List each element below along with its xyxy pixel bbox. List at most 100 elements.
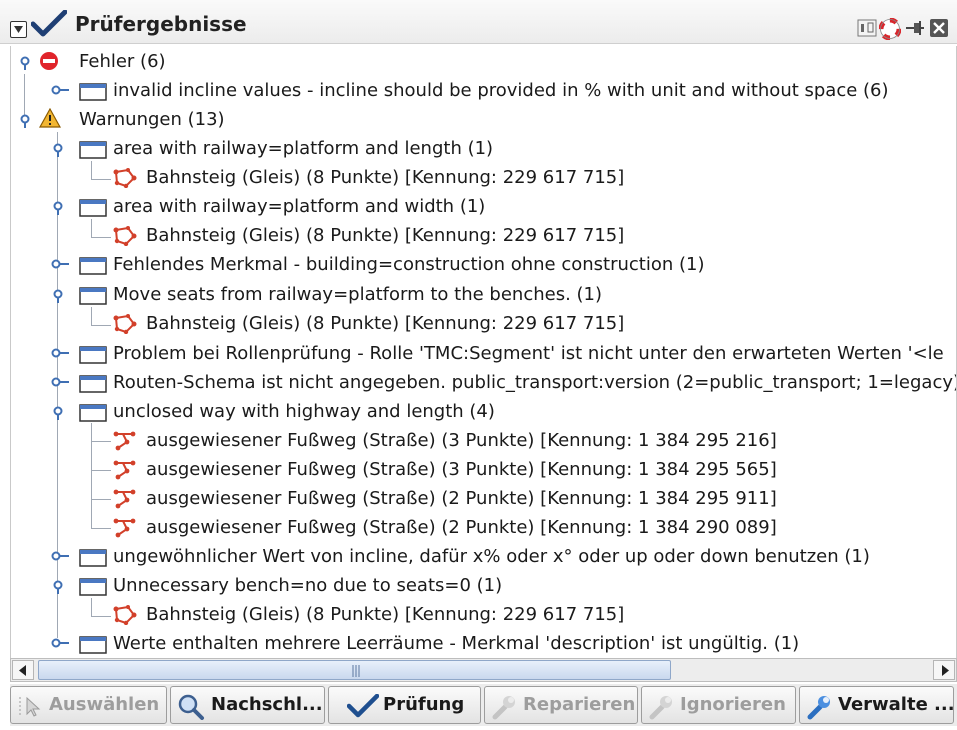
select-button-label: Auswählen	[49, 694, 160, 715]
expanded-handle-icon[interactable]	[51, 143, 65, 157]
expanded-handle-icon[interactable]	[18, 114, 32, 128]
tree-node-item[interactable]: Bahnsteig (Gleis) (8 Punkte) [Kennung: 2…	[11, 600, 956, 629]
validate-button[interactable]: Prüfung	[328, 686, 481, 724]
collapsed-handle-icon[interactable]	[51, 550, 69, 562]
tree-node-item[interactable]: Bahnsteig (Gleis) (8 Punkte) [Kennung: 2…	[11, 221, 956, 250]
folder-icon	[79, 141, 107, 159]
way-icon	[113, 518, 136, 538]
tree-node-label: Move seats from railway=platform to the …	[113, 284, 603, 305]
tree-node-group[interactable]: invalid incline values - incline should …	[11, 76, 956, 105]
wrench-icon	[492, 696, 515, 720]
collapsed-handle-icon[interactable]	[51, 84, 69, 96]
way-icon	[113, 460, 136, 480]
folder-icon	[79, 636, 107, 654]
warning-icon	[39, 108, 61, 128]
select-button[interactable]: Auswählen	[10, 686, 167, 724]
tree-node-item[interactable]: Bahnsteig (Gleis) (8 Punkte) [Kennung: 2…	[11, 163, 956, 192]
tree-node-label: ausgewiesener Fußweg (Straße) (3 Punkte)…	[146, 430, 777, 451]
tree-node-label: ungewöhnlicher Wert von incline, dafür x…	[113, 546, 870, 567]
tree-node-item[interactable]: ausgewiesener Fußweg (Straße) (2 Punkte)…	[11, 513, 956, 542]
arrow-right-icon	[942, 665, 949, 676]
manage-button-label: Verwalte ...	[838, 694, 954, 715]
expanded-handle-icon[interactable]	[51, 201, 65, 215]
results-tree: Fehler (6) invalid incline values - incl…	[10, 46, 957, 658]
expanded-handle-icon[interactable]	[51, 580, 65, 594]
tree-node-group[interactable]: Problem bei Rollenprüfung - Rolle 'TMC:S…	[11, 339, 956, 368]
tree-node-group[interactable]: Fehlendes Merkmal - building=constructio…	[11, 250, 956, 279]
toggle-dialog-icon[interactable]	[857, 18, 877, 38]
tree-node-item[interactable]: ausgewiesener Fußweg (Straße) (2 Punkte)…	[11, 484, 956, 513]
expanded-handle-icon[interactable]	[51, 406, 65, 420]
close-icon[interactable]	[929, 18, 949, 38]
tree-node-group[interactable]: area with railway=platform and length (1…	[11, 134, 956, 163]
way-icon	[113, 489, 136, 509]
collapsed-handle-icon[interactable]	[51, 258, 69, 270]
tree-node-group[interactable]: unclosed way with highway and length (4)	[11, 397, 956, 426]
lookup-button[interactable]: Nachschl...	[170, 686, 325, 724]
tree-node-label: area with railway=platform and width (1)	[113, 196, 486, 217]
tree-node-item[interactable]: Bahnsteig (Gleis) (8 Punkte) [Kennung: 2…	[11, 309, 956, 338]
area-icon	[113, 314, 137, 334]
tree-node-label: Werte enthalten mehrere Leerräume - Merk…	[113, 633, 800, 654]
button-bar: Auswählen Nachschl... Prüfung Reparieren…	[10, 684, 957, 726]
lookup-button-label: Nachschl...	[211, 694, 323, 715]
wrench-icon	[807, 696, 830, 720]
area-icon	[113, 226, 137, 246]
help-icon[interactable]	[879, 18, 901, 40]
collapsed-handle-icon[interactable]	[51, 637, 69, 649]
tree-node-group[interactable]: Unnecessary bench=no due to seats=0 (1)	[11, 571, 956, 600]
grip-icon	[352, 665, 360, 677]
manage-button[interactable]: Verwalte ...	[799, 686, 954, 724]
tree-node-group[interactable]: area with railway=platform and width (1)	[11, 192, 956, 221]
collapsed-handle-icon[interactable]	[51, 347, 69, 359]
tree-node-label: Warnungen (13)	[79, 109, 225, 130]
tree-node-label: ausgewiesener Fußweg (Straße) (2 Punkte)…	[146, 517, 777, 538]
tree-node-warnings[interactable]: Warnungen (13)	[11, 105, 956, 134]
collapse-icon[interactable]	[10, 21, 27, 38]
tree-node-group[interactable]: Werte enthalten mehrere Leerräume - Merk…	[11, 629, 956, 658]
tree-node-label: Fehler (6)	[79, 51, 166, 72]
tree-node-label: unclosed way with highway and length (4)	[113, 401, 495, 422]
tree-node-label: Bahnsteig (Gleis) (8 Punkte) [Kennung: 2…	[146, 225, 625, 246]
ignore-button[interactable]: Ignorieren	[641, 686, 796, 724]
tree-node-errors[interactable]: Fehler (6)	[11, 47, 956, 76]
folder-icon	[79, 199, 107, 217]
pin-icon[interactable]	[905, 18, 925, 38]
folder-icon	[79, 578, 107, 596]
tree-node-label: Routen-Schema ist nicht angegeben. publi…	[113, 372, 957, 393]
validate-button-label: Prüfung	[383, 694, 465, 715]
expanded-handle-icon[interactable]	[18, 56, 32, 70]
select-icon	[19, 696, 41, 717]
folder-icon	[79, 83, 107, 101]
tree-node-label: ausgewiesener Fußweg (Straße) (2 Punkte)…	[146, 488, 777, 509]
fix-button-label: Reparieren	[523, 694, 636, 715]
panel-titlebar: Prüfergebnisse	[0, 0, 957, 44]
checkmark-icon	[31, 10, 67, 37]
tree-node-label: ausgewiesener Fußweg (Straße) (3 Punkte)…	[146, 459, 777, 480]
scroll-right-button[interactable]	[933, 660, 955, 680]
tree-node-group[interactable]: Move seats from railway=platform to the …	[11, 280, 956, 309]
collapsed-handle-icon[interactable]	[51, 376, 69, 388]
way-icon	[113, 431, 136, 451]
check-icon	[347, 694, 379, 718]
tree-node-label: Bahnsteig (Gleis) (8 Punkte) [Kennung: 2…	[146, 313, 625, 334]
scroll-left-button[interactable]	[12, 660, 34, 680]
wrench-icon	[649, 696, 672, 720]
tree-node-label: area with railway=platform and length (1…	[113, 138, 494, 159]
tree-node-label: Bahnsteig (Gleis) (8 Punkte) [Kennung: 2…	[146, 604, 625, 625]
tree-node-label: Unnecessary bench=no due to seats=0 (1)	[113, 575, 503, 596]
tree-node-label: Fehlendes Merkmal - building=constructio…	[113, 254, 705, 275]
folder-icon	[79, 404, 107, 422]
fix-button[interactable]: Reparieren	[484, 686, 638, 724]
tree-node-item[interactable]: ausgewiesener Fußweg (Straße) (3 Punkte)…	[11, 426, 956, 455]
expanded-handle-icon[interactable]	[51, 289, 65, 303]
horizontal-scrollbar[interactable]	[10, 658, 957, 682]
tree-node-item[interactable]: ausgewiesener Fußweg (Straße) (3 Punkte)…	[11, 455, 956, 484]
tree-node-label: invalid incline values - incline should …	[113, 80, 889, 101]
area-icon	[113, 605, 137, 625]
tree-node-label: Problem bei Rollenprüfung - Rolle 'TMC:S…	[113, 343, 944, 364]
scroll-thumb[interactable]	[38, 660, 671, 680]
folder-icon	[79, 346, 107, 364]
tree-node-group[interactable]: ungewöhnlicher Wert von incline, dafür x…	[11, 542, 956, 571]
tree-node-group[interactable]: Routen-Schema ist nicht angegeben. publi…	[11, 368, 956, 397]
